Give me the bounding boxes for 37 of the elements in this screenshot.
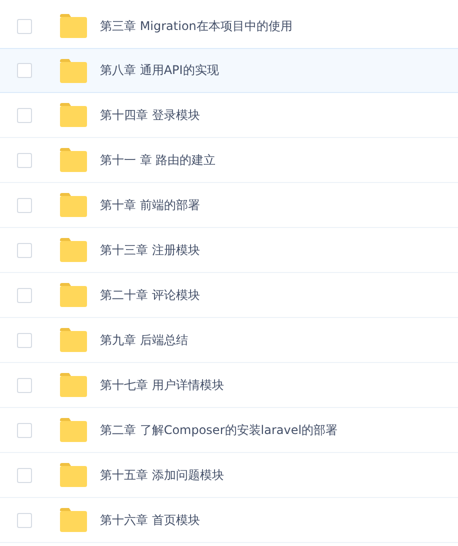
folder-icon (60, 238, 87, 262)
checkbox[interactable] (17, 422, 32, 438)
folder-icon (60, 283, 87, 307)
folder-name: 第二章 了解Composer的安装laravel的部署 (100, 422, 338, 438)
folder-icon (60, 328, 87, 352)
folder-icon (60, 193, 87, 217)
folder-name: 第九章 后端总结 (100, 332, 188, 348)
folder-icon (60, 14, 87, 38)
checkbox[interactable] (17, 378, 32, 392)
checkbox[interactable] (17, 18, 32, 34)
folder-icon (60, 463, 87, 487)
checkbox[interactable] (17, 288, 32, 302)
checkbox[interactable] (17, 152, 32, 168)
folder-icon (60, 508, 87, 532)
folder-name: 第十五章 添加问题模块 (100, 466, 224, 484)
folder-icon (60, 58, 87, 82)
folder-name: 第八章 通用API的实现 (100, 62, 219, 79)
folder-name: 第十七章 用户详情模块 (100, 376, 224, 394)
checkbox[interactable] (17, 332, 32, 348)
folder-name: 第十一 章 路由的建立 (100, 152, 216, 168)
checkbox[interactable] (17, 108, 32, 122)
checkbox[interactable] (17, 198, 32, 212)
folder-icon (60, 148, 87, 172)
folder-name: 第十三章 注册模块 (100, 242, 200, 258)
folder-icon (60, 418, 87, 442)
checkbox[interactable] (17, 512, 32, 528)
folder-row[interactable]: 第八章 通用API的实现 (0, 48, 458, 93)
folder-name: 第十六章 首页模块 (100, 512, 200, 528)
checkbox[interactable] (17, 63, 32, 78)
folder-icon (60, 373, 87, 397)
checkbox[interactable] (17, 242, 32, 258)
folder-name: 第二十章 评论模块 (100, 286, 200, 304)
folder-name: 第三章 Migration在本项目中的使用 (100, 18, 292, 34)
checkbox[interactable] (17, 468, 32, 482)
folder-name: 第十四章 登录模块 (100, 106, 200, 124)
folder-icon (60, 103, 87, 127)
folder-name: 第十章 前端的部署 (100, 196, 200, 214)
